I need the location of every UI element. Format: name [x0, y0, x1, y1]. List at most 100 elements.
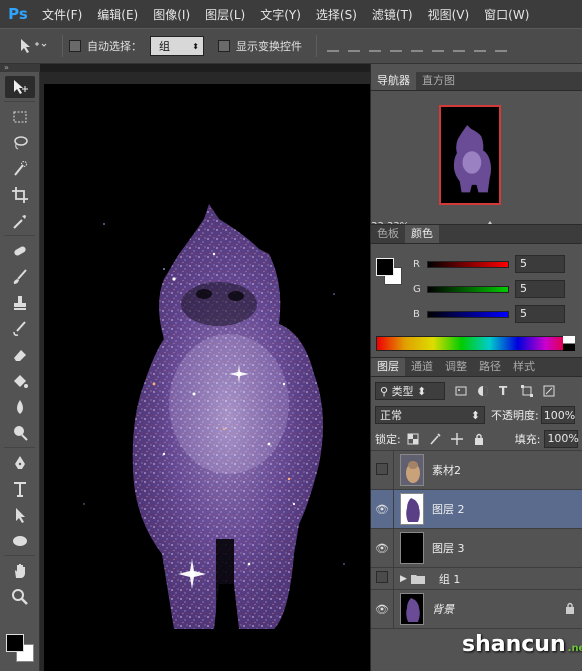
tab-swatches[interactable]: 色板: [371, 225, 405, 243]
filter-pixel-icon[interactable]: [455, 385, 467, 397]
quick-select-tool[interactable]: [5, 158, 35, 180]
menu-filter[interactable]: 滤镜(T): [372, 6, 413, 23]
distribute-bottom-icon[interactable]: [495, 40, 507, 52]
auto-select-dropdown[interactable]: 组 ⬍: [150, 36, 204, 56]
show-transform-checkbox[interactable]: [218, 40, 230, 52]
sparkle-cat-artwork: [83, 204, 345, 629]
tab-styles[interactable]: 样式: [507, 358, 541, 376]
layer-thumbnail: [400, 532, 424, 564]
layer-row-layer3[interactable]: 👁 图层 3: [371, 529, 582, 568]
menu-type[interactable]: 文字(Y): [260, 6, 301, 23]
layer-filter-dropdown[interactable]: ⚲ 类型 ⬍: [375, 382, 445, 400]
eye-icon[interactable]: 👁: [371, 503, 393, 516]
menu-select[interactable]: 选择(S): [316, 6, 357, 23]
crop-tool[interactable]: [5, 184, 35, 206]
clone-stamp-tool[interactable]: [5, 292, 35, 314]
layer-row-layer2[interactable]: 👁 图层 2: [371, 490, 582, 529]
blur-tool-icon: [17, 400, 23, 414]
paint-bucket-tool[interactable]: [5, 370, 35, 392]
red-slider[interactable]: [427, 260, 509, 268]
hand-tool[interactable]: [5, 560, 35, 582]
path-select-tool[interactable]: [5, 504, 35, 526]
menu-window[interactable]: 窗口(W): [484, 6, 529, 23]
navigator-thumbnail[interactable]: [439, 105, 501, 205]
filter-shape-icon[interactable]: [521, 385, 533, 397]
photoshop-logo: Ps: [8, 5, 28, 23]
green-slider[interactable]: [427, 285, 509, 293]
cat-mask-thumbnail: [401, 494, 423, 524]
dodge-tool[interactable]: [5, 422, 35, 444]
visibility-toggle[interactable]: [371, 463, 393, 478]
layer-row-group1[interactable]: ▶ 组 1: [371, 568, 582, 590]
blue-slider[interactable]: [427, 310, 509, 318]
blend-mode-value: 正常: [380, 409, 402, 422]
eyedropper-tool[interactable]: [5, 210, 35, 232]
fill-input[interactable]: 100%: [544, 429, 579, 448]
menu-file[interactable]: 文件(F): [42, 6, 82, 23]
filter-type-icon[interactable]: T: [499, 385, 511, 397]
layer-row-background[interactable]: 👁 背景: [371, 590, 582, 629]
color-swatches: [4, 632, 38, 666]
type-tool[interactable]: [5, 478, 35, 500]
expand-arrow-icon[interactable]: ▶: [400, 574, 407, 584]
paint-bucket-tool-icon: [14, 375, 28, 388]
brush-tool[interactable]: [5, 266, 35, 288]
zoom-tool[interactable]: [5, 586, 35, 608]
lock-transparent-icon[interactable]: [407, 433, 419, 445]
tab-paths[interactable]: 路径: [473, 358, 507, 376]
menu-edit[interactable]: 编辑(E): [97, 6, 138, 23]
distribute-vcenter-icon[interactable]: [474, 40, 486, 52]
red-value-input[interactable]: 5: [515, 255, 565, 273]
marquee-tool[interactable]: [5, 106, 35, 128]
tab-color[interactable]: 颜色: [405, 225, 439, 243]
lock-all-icon[interactable]: [473, 433, 485, 445]
distribute-top-icon[interactable]: [453, 40, 465, 52]
layer-thumbnail: [400, 454, 424, 486]
green-label: G: [413, 283, 421, 295]
lock-position-icon[interactable]: [450, 432, 463, 445]
eye-icon[interactable]: 👁: [371, 603, 393, 616]
layer-row-source2[interactable]: 素材2: [371, 451, 582, 490]
tab-channels[interactable]: 通道: [405, 358, 439, 376]
auto-select-checkbox[interactable]: [69, 40, 81, 52]
healing-tool[interactable]: [5, 240, 35, 262]
eraser-tool[interactable]: [5, 344, 35, 366]
move-tool[interactable]: [5, 76, 35, 98]
quick-select-tool-icon: [14, 161, 27, 176]
align-vcenter-icon[interactable]: [348, 40, 360, 52]
color-spectrum-bar[interactable]: [376, 336, 575, 351]
tab-adjustments[interactable]: 调整: [439, 358, 473, 376]
menu-view[interactable]: 视图(V): [428, 6, 470, 23]
filter-smart-object-icon[interactable]: [543, 385, 555, 397]
foreground-color-swatch[interactable]: [6, 634, 24, 652]
tab-navigator[interactable]: 导航器: [371, 72, 416, 90]
align-hcenter-icon[interactable]: [411, 40, 423, 52]
menu-image[interactable]: 图像(I): [153, 6, 190, 23]
blend-mode-dropdown[interactable]: 正常 ⬍: [375, 406, 485, 424]
color-panel-foreground-swatch[interactable]: [376, 258, 394, 276]
tool-preset-picker[interactable]: [18, 33, 56, 59]
filter-adjustment-icon[interactable]: [477, 385, 489, 397]
green-slider-row: G 5: [413, 279, 582, 299]
align-right-icon[interactable]: [432, 40, 444, 52]
document-canvas[interactable]: [44, 84, 370, 671]
toolbar-collapse-handle[interactable]: »: [0, 64, 40, 72]
opacity-input[interactable]: 100%: [540, 406, 575, 424]
history-brush-tool-icon: [13, 321, 26, 336]
align-top-icon[interactable]: [327, 40, 339, 52]
eye-icon[interactable]: 👁: [371, 542, 393, 555]
history-brush-tool[interactable]: [5, 318, 35, 340]
blue-value-input[interactable]: 5: [515, 305, 565, 323]
menu-layer[interactable]: 图层(L): [205, 6, 245, 23]
align-bottom-icon[interactable]: [369, 40, 381, 52]
tab-layers[interactable]: 图层: [371, 358, 405, 376]
green-value-input[interactable]: 5: [515, 280, 565, 298]
ellipse-tool[interactable]: [5, 530, 35, 552]
lasso-tool[interactable]: [5, 132, 35, 154]
tab-histogram[interactable]: 直方图: [416, 72, 461, 90]
visibility-toggle[interactable]: [371, 571, 393, 586]
lock-pixels-icon[interactable]: [429, 432, 441, 445]
pen-tool[interactable]: [5, 452, 35, 474]
align-left-icon[interactable]: [390, 40, 402, 52]
blur-tool[interactable]: [5, 396, 35, 418]
